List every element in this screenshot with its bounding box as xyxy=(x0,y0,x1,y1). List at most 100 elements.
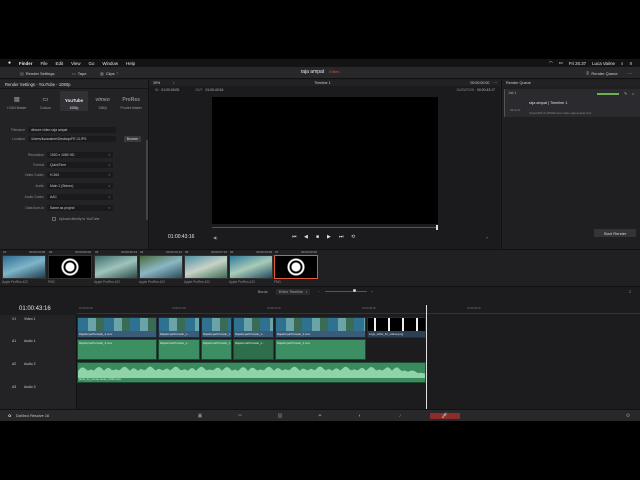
clip-thumbnail[interactable]: 01 00:00:23:08 Apple ProRes 422 xyxy=(2,250,46,286)
chevron-down-icon: ▾ xyxy=(108,153,110,157)
edit-page-icon[interactable]: ▥ xyxy=(274,413,286,419)
zoom-out-icon[interactable]: − xyxy=(318,290,320,294)
media-page-icon[interactable]: ▣ xyxy=(194,413,206,419)
preset-custom[interactable]: ▭ Custom xyxy=(32,91,60,111)
menu-help[interactable]: Help xyxy=(126,61,135,66)
audio-clip[interactable]: RajaAmpatTornado_1... xyxy=(158,339,200,360)
menu-window[interactable]: Window xyxy=(102,61,118,66)
chevron-down-icon: ▾ xyxy=(108,184,110,188)
more-options-icon[interactable]: ⋯ xyxy=(628,69,632,77)
viewer-scrubber[interactable] xyxy=(212,227,438,228)
timeline-view-select[interactable]: Entire Timeline ▾ xyxy=(276,288,311,295)
clip-thumbnail[interactable]: 06 00:00:23:08 Apple ProRes 422 xyxy=(229,250,273,286)
menu-app[interactable]: Finder xyxy=(19,61,32,66)
menu-go[interactable]: Go xyxy=(89,61,95,66)
timeline-timecode[interactable]: 01:00:43:16 xyxy=(19,306,51,312)
upload-checkbox[interactable] xyxy=(52,217,56,221)
audio-clip[interactable]: RajaAmpatTornado_1... xyxy=(201,339,232,360)
audio-select[interactable]: Main 1 (Stereo) ▾ xyxy=(47,183,113,189)
video-clip[interactable]: Logo_white_for_videos.png xyxy=(367,317,426,338)
clip-thumbnail[interactable]: 03 00:00:09:23 Apple ProRes 422 xyxy=(94,250,138,286)
out-timecode[interactable]: 01:00:43:16 xyxy=(206,88,224,92)
timeline-ruler[interactable]: 01:00:00:00 01:00:07:00 01:00:21:00 01:0… xyxy=(77,305,640,314)
clip-thumbnail[interactable]: 07 00:00:00:00 PNG xyxy=(274,250,318,286)
format-select[interactable]: QuickTime ▾ xyxy=(47,162,113,168)
track-a3-header[interactable]: A3 Audio 3 xyxy=(0,385,77,407)
track-a1-header[interactable]: A1 Audio 1 xyxy=(0,339,77,361)
track-a2-header[interactable]: A2 Audio 2 xyxy=(0,362,77,384)
filename-field[interactable]: dimore video raja ampat xyxy=(28,127,116,133)
render-queue-toggle[interactable]: ≣ Render Queue xyxy=(586,69,618,77)
preset-prores[interactable]: ProRes Proxies Master xyxy=(117,91,145,111)
clip-name: RajaAmpatTornado_4.mov xyxy=(79,332,113,336)
apple-icon[interactable]: ● xyxy=(8,60,11,66)
preset-h264[interactable]: ▤ H.264 Master xyxy=(3,91,31,111)
menu-view[interactable]: View xyxy=(71,61,80,66)
battery-icon[interactable]: ▭ xyxy=(559,60,563,66)
go-to-end-icon[interactable]: ⏭ xyxy=(339,234,344,240)
cut-page-icon[interactable]: ✂ xyxy=(234,413,246,419)
start-render-button[interactable]: Start Render xyxy=(594,229,636,237)
search-icon[interactable]: ⌕ xyxy=(621,61,623,66)
clip-thumbnail[interactable]: 04 00:00:10:12 Apple ProRes 422 xyxy=(139,250,183,286)
playhead[interactable] xyxy=(426,305,427,410)
video-clip[interactable]: RajaAmpatTornado_1... xyxy=(233,317,274,338)
in-timecode[interactable]: 01:00:00:00 xyxy=(161,88,179,92)
fusion-page-icon[interactable]: ✦ xyxy=(314,413,326,419)
stop-icon[interactable]: ■ xyxy=(316,234,319,240)
resolution-select[interactable]: 1920 x 1080 HD ▾ xyxy=(47,152,113,158)
clip-thumbnail[interactable]: 05 00:00:07:23 Apple ProRes 422 xyxy=(184,250,228,286)
page-navigation-bar: ✿ DaVinci Resolve 16 ▣ ✂ ▥ ✦ ◐ ♪ 🚀 ⚙ xyxy=(0,409,640,421)
color-page-icon[interactable]: ◐ xyxy=(354,413,366,419)
location-field[interactable]: /Users/lucavaime/Desktop/FE CLIPS xyxy=(28,136,116,142)
render-job[interactable]: Job 1 ✎ × raja ampat | Timeline 1 09 Sor… xyxy=(504,89,640,117)
video-clip[interactable]: RajaAmpatTornado_1... xyxy=(158,317,200,338)
play-icon[interactable]: ▶ xyxy=(327,234,331,240)
video-clip[interactable]: RajaAmpatTornado_4.mov xyxy=(275,317,366,338)
zoom-slider-handle[interactable] xyxy=(353,289,356,292)
menu-file[interactable]: File xyxy=(40,61,47,66)
play-reverse-icon[interactable]: ◀ xyxy=(304,234,308,240)
timeline-zoom-slider[interactable] xyxy=(325,291,367,292)
close-icon[interactable]: × xyxy=(632,91,634,96)
viewer-mark-icon[interactable]: ⌐ xyxy=(486,235,488,240)
audio-clip[interactable]: RajaAmpatTornado_1... xyxy=(233,339,274,360)
video-clip[interactable]: RajaAmpatTornado_1... xyxy=(201,317,232,338)
audio-clip[interactable]: RajaAmpatTornado_4.mov xyxy=(77,339,157,360)
preset-youtube[interactable]: YouTube 1080p xyxy=(60,91,88,111)
settings-gear-icon[interactable]: ⚙ xyxy=(622,413,634,419)
settings-scrollbar[interactable] xyxy=(146,140,148,220)
zoom-in-icon[interactable]: + xyxy=(371,290,373,294)
audio-icon[interactable]: ◀) xyxy=(213,235,217,240)
viewer-timecode[interactable]: 01:00:43:16 xyxy=(168,234,194,240)
menubar-user[interactable]: Luca Vaime xyxy=(592,61,615,66)
clip-number: 07 xyxy=(275,250,279,254)
viewer-options-icon[interactable]: ⋯ xyxy=(493,81,497,85)
video-codec-select[interactable]: H.264 ▾ xyxy=(47,172,113,178)
data-burnin-select[interactable]: Same as project ▾ xyxy=(47,205,113,211)
loop-icon[interactable]: ⟲ xyxy=(351,234,355,240)
browse-button[interactable]: Browse xyxy=(123,136,141,142)
timeline-name[interactable]: Timeline 1 xyxy=(175,81,471,85)
deliver-page-icon[interactable]: 🚀 xyxy=(430,413,460,419)
audio-codec-select[interactable]: AAC ▾ xyxy=(47,194,113,200)
filename-row: Filename dimore video raja ampat xyxy=(0,126,149,134)
resolve-logo-icon: ✿ xyxy=(8,414,12,418)
menu-edit[interactable]: Edit xyxy=(56,61,64,66)
audio-codec-row: Audio Codec AAC ▾ xyxy=(0,193,149,201)
edit-job-icon[interactable]: ✎ xyxy=(624,91,627,96)
audio-meter-icon[interactable]: ♫ xyxy=(628,289,632,295)
track-v1-header[interactable]: V1 Video 1 xyxy=(0,317,77,338)
preset-vimeo[interactable]: vimeo 1080p xyxy=(89,91,117,111)
fairlight-page-icon[interactable]: ♪ xyxy=(394,413,406,419)
music-clip[interactable]: jarod_by_tomas-reuss_Artlist.wav xyxy=(77,362,426,383)
wifi-icon[interactable]: ◠ xyxy=(549,60,553,66)
zoom-level[interactable]: 39% xyxy=(153,81,173,85)
menu-list-icon[interactable]: ≡ xyxy=(629,61,632,66)
menubar-clock[interactable]: Fri 20.37 xyxy=(569,61,586,66)
audio-clip[interactable]: RajaAmpatTornado_4.mov xyxy=(275,339,366,360)
clip-thumbnail[interactable]: 02 00:00:00:00 PNG xyxy=(48,250,92,286)
track-name: Audio 2 xyxy=(24,362,36,366)
video-clip[interactable]: RajaAmpatTornado_4.mov xyxy=(77,317,157,338)
go-to-start-icon[interactable]: ⏮ xyxy=(292,234,297,240)
